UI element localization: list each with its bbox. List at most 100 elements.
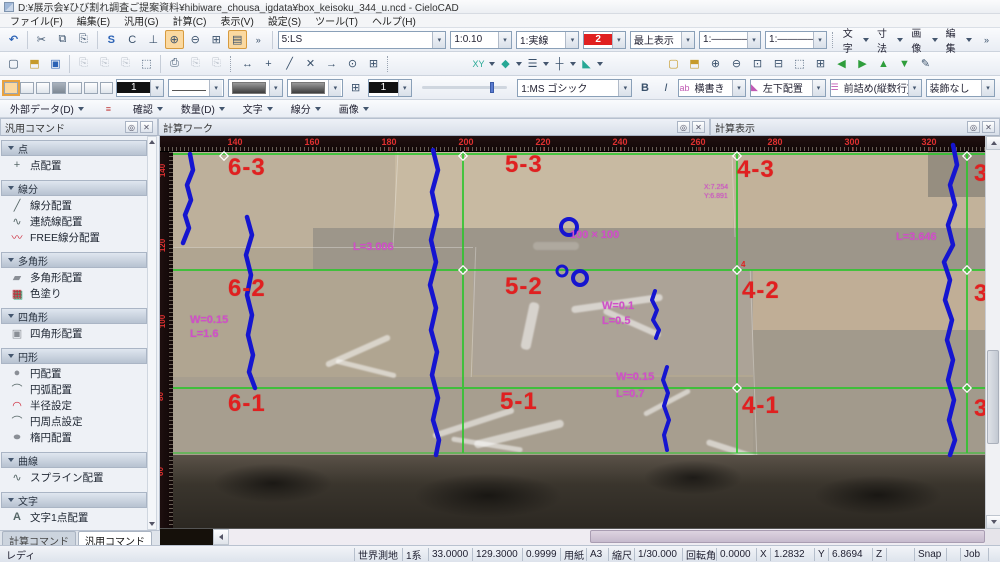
drawing-canvas[interactable]: 140 160 180 200 220 240 260 280 300 320 … [160,136,1000,545]
close-icon[interactable]: ✕ [982,121,995,133]
pin-icon[interactable]: ◎ [125,121,138,133]
gradient2-combo[interactable]: ▾ [287,79,343,97]
open-file-icon[interactable]: ⬒ [25,54,44,73]
text-menu-button[interactable]: 文字 [843,25,869,55]
sidebar-item-segment-place[interactable]: ╱線分配置 [0,197,148,213]
bold-button[interactable]: B [635,78,654,97]
zoom-window-icon[interactable]: ⬚ [790,54,809,73]
dimension-menu-button[interactable]: 寸法 [877,25,903,55]
snap-grid-icon[interactable]: ⊞ [364,54,383,73]
menu-general[interactable]: 汎用(G) [124,13,158,28]
zoom-out-view-icon[interactable]: ⊖ [727,54,746,73]
zoom-in-view-icon[interactable]: ⊕ [706,54,725,73]
s-mode-button[interactable]: S [102,30,121,49]
pen-combo[interactable]: 5:LS▾ [278,31,447,49]
draworder-combo[interactable]: 最上表示▾ [630,31,695,49]
snap-point-icon[interactable]: + [259,54,278,73]
linewidth-combo[interactable]: 1:0.10▾ [450,31,512,49]
horizontal-scroll-thumb[interactable] [590,530,985,543]
linetype2-combo[interactable]: 1:—————▾ [765,31,827,49]
print-preview-icon[interactable]: ⎘ [186,54,205,73]
snap-horizontal-icon[interactable]: ↔ [238,54,257,73]
page-paste-icon[interactable]: ⎘ [116,54,135,73]
layer-style-6-icon[interactable] [84,82,98,94]
pan-left-icon[interactable]: ◀ [832,54,851,73]
external-data-button[interactable]: 外部データ(D) [10,101,84,116]
close-icon[interactable]: ✕ [692,121,705,133]
text-button[interactable]: 文字 [243,101,273,116]
diamond-tool-icon[interactable]: ◆ [496,54,515,73]
zoom-in-icon[interactable]: ⊕ [165,30,184,49]
menu-tools[interactable]: ツール(T) [315,13,358,28]
menu-file[interactable]: ファイル(F) [10,13,63,28]
pin-icon[interactable]: ◎ [967,121,980,133]
linestyle-combo[interactable]: 1:実線▾ [516,31,579,49]
sidebar-item-text-1point-place[interactable]: A文字1点配置 [0,509,148,525]
layer-style-1-icon[interactable] [4,82,18,94]
menu-settings[interactable]: 設定(S) [268,13,301,28]
section-polygon[interactable]: 多角形 [1,252,147,268]
text-decoration-combo[interactable]: 装飾なし▾ [926,79,996,97]
scroll-down-icon[interactable] [986,515,1000,529]
undo-icon[interactable]: ↶ [4,30,23,49]
new-view-icon[interactable]: ▢ [664,54,683,73]
scroll-up-icon[interactable] [986,136,1000,150]
c-mode-button[interactable]: C [123,30,142,49]
sidebar-item-spline-place[interactable]: ∿スプライン配置 [0,469,148,485]
layer-style-7-icon[interactable] [100,82,114,94]
slider-thumb[interactable] [490,82,494,93]
perpendicular-button[interactable]: ⊥ [144,30,163,49]
layer-icon[interactable]: ▤ [228,30,247,49]
layer-style-4-icon[interactable] [52,82,66,94]
layer-style-5-icon[interactable] [68,82,82,94]
redraw-icon[interactable]: ✎ [916,54,935,73]
opacity-slider[interactable] [422,86,507,89]
layer-number-combo[interactable]: 1▾ [116,79,164,97]
copy-icon[interactable]: ⧉ [53,30,72,49]
edit-menu-button[interactable]: 編集 [946,25,972,55]
menu-view[interactable]: 表示(V) [220,13,253,28]
sidebar-item-circumference-point[interactable]: ⌒円周点設定 [0,413,148,429]
pan-up-icon[interactable]: ▲ [874,54,893,73]
sidebar-item-radius-set[interactable]: ◠半径設定 [0,397,148,413]
hatch-grid-icon[interactable]: ⊞ [346,78,365,97]
menu-calc[interactable]: 計算(C) [173,13,207,28]
tab-general-commands[interactable]: 汎用コマンド [78,531,152,545]
paste-icon[interactable]: ⎘ [74,30,93,49]
cut-icon[interactable]: ✂ [32,30,51,49]
sidebar-scrollbar[interactable] [147,136,157,530]
snap-arrow-icon[interactable]: → [322,54,341,73]
line-pattern-combo[interactable]: ▾ [168,79,224,97]
gradient1-combo[interactable]: ▾ [228,79,284,97]
sidebar-item-rectangle-place[interactable]: ▣四角形配置 [0,325,148,341]
menu-help[interactable]: ヘルプ(H) [372,13,416,28]
section-segment[interactable]: 線分 [1,180,147,196]
new-file-icon[interactable]: ▢ [4,54,23,73]
zoom-out-icon[interactable]: ⊖ [186,30,205,49]
tab-calc-commands[interactable]: 計算コマンド [2,531,76,545]
color-combo[interactable]: 2▾ [583,31,625,49]
print-setup-icon[interactable]: ⎘ [207,54,226,73]
layer-style-2-icon[interactable] [20,82,34,94]
save-icon[interactable]: ▣ [46,54,65,73]
canvas-horizontal-scrollbar[interactable] [160,529,1000,545]
crosshair-tool-icon[interactable]: ┼ [550,54,569,73]
segment-button[interactable]: 線分 [291,101,321,116]
scroll-left-icon[interactable] [213,529,229,545]
scroll-down-icon[interactable] [148,519,156,529]
sidebar-item-free-segment-place[interactable]: 〰FREE線分配置 [0,229,148,245]
pan-right-icon[interactable]: ▶ [853,54,872,73]
font-combo[interactable]: 1:MS ゴシック▾ [517,79,632,97]
section-rectangle[interactable]: 四角形 [1,308,147,324]
sidebar-item-arc-place[interactable]: ⌒円弧配置 [0,381,148,397]
concrete-photo[interactable] [173,152,985,528]
print-icon[interactable]: ⎙ [165,54,184,73]
coordinate-tool-icon[interactable]: XY [469,54,488,73]
vertical-scroll-thumb[interactable] [987,350,999,444]
image-menu-button[interactable]: 画像 [911,25,937,55]
confirm-button[interactable]: 確認 [133,101,163,116]
snap-intersection-icon[interactable]: ✕ [301,54,320,73]
zoom-all-icon[interactable]: ⊞ [811,54,830,73]
text-align-combo[interactable]: ◣ 左下配置▾ [750,79,826,97]
section-circle[interactable]: 円形 [1,348,147,364]
